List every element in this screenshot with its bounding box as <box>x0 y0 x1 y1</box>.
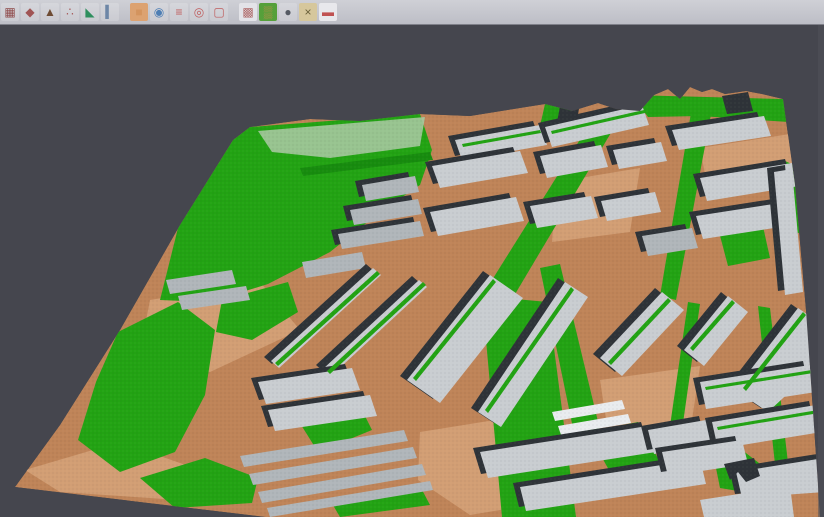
main-toolbar: ▦ ◆ ▲ ∴ ◣ ▍ ■ ◉ ≡ ◎ ▢ ▩ ▒ ● × ▬ <box>0 0 824 25</box>
scatter-points-icon[interactable]: ∴ <box>61 3 79 21</box>
eraser-icon-glyph: ▬ <box>322 3 334 21</box>
checker-select-icon[interactable]: ▩ <box>239 3 257 21</box>
globe-icon[interactable]: ◉ <box>150 3 168 21</box>
classification-icon[interactable]: ▒ <box>259 3 277 21</box>
checker-select-icon-glyph: ▩ <box>242 3 253 21</box>
clip-cross-icon[interactable]: × <box>299 3 317 21</box>
mountain-icon-glyph: ▲ <box>44 3 56 21</box>
3d-viewport[interactable] <box>0 25 824 517</box>
profile-bar-icon-glyph: ▍ <box>105 3 114 21</box>
camera-icon[interactable]: ● <box>279 3 297 21</box>
selection-box-icon-glyph: ▢ <box>213 3 224 21</box>
transform-icon-glyph: ◆ <box>25 3 34 21</box>
target-circle-icon[interactable]: ◎ <box>190 3 208 21</box>
classification-icon-glyph: ▒ <box>264 3 273 21</box>
eraser-icon[interactable]: ▬ <box>319 3 337 21</box>
list-lines-icon[interactable]: ≡ <box>170 3 188 21</box>
list-lines-icon-glyph: ≡ <box>175 3 182 21</box>
camera-icon-glyph: ● <box>284 3 291 21</box>
profile-bar-icon[interactable]: ▍ <box>101 3 119 21</box>
target-circle-icon-glyph: ◎ <box>194 3 204 21</box>
pointcloud-speckle <box>0 25 824 517</box>
application-window: ▦ ◆ ▲ ∴ ◣ ▍ ■ ◉ ≡ ◎ ▢ ▩ ▒ ● × ▬ <box>0 0 824 517</box>
scatter-points-icon-glyph: ∴ <box>66 3 74 21</box>
terrain-model-icon[interactable]: ◣ <box>81 3 99 21</box>
grid-red-icon[interactable]: ▦ <box>1 3 19 21</box>
mountain-icon[interactable]: ▲ <box>41 3 59 21</box>
terrain-model-icon-glyph: ◣ <box>85 3 94 21</box>
area-swatch-icon[interactable]: ■ <box>130 3 148 21</box>
grid-red-icon-glyph: ▦ <box>4 3 15 21</box>
transform-icon[interactable]: ◆ <box>21 3 39 21</box>
scene-layers <box>0 25 824 517</box>
pointcloud-svg <box>0 25 824 517</box>
area-swatch-icon-glyph: ■ <box>135 3 142 21</box>
clip-cross-icon-glyph: × <box>304 3 311 21</box>
globe-icon-glyph: ◉ <box>154 3 164 21</box>
selection-box-icon[interactable]: ▢ <box>210 3 228 21</box>
